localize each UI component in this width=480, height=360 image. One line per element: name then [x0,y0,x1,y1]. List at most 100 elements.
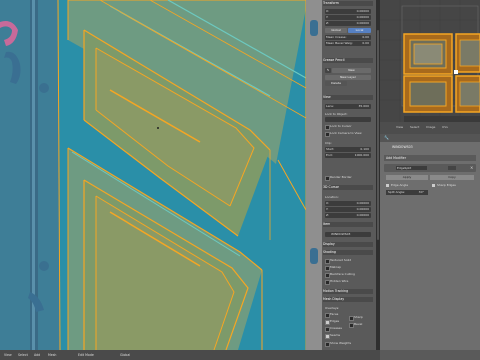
menu-view[interactable]: View [4,353,12,357]
transform-z-field[interactable]: Z: 0.00000 [325,21,371,26]
delete-button[interactable]: Delete [325,81,347,86]
field-value: 0.00 [362,35,369,39]
3d-viewport[interactable] [0,0,322,350]
field-label: X: [326,201,330,205]
clip-start-field[interactable]: Start: 0.100 [325,147,371,152]
field-value: 0.00000 [356,15,369,19]
transform-y-field[interactable]: Y: 0.00000 [325,15,371,20]
field-value: 0.00000 [356,9,369,13]
local-button[interactable]: Local [348,28,371,33]
modifier-toggle[interactable] [448,166,456,170]
uv-editor[interactable] [380,0,480,122]
lock-to-object-label: Lock to Object: [325,112,348,116]
menu-view[interactable]: View [396,125,403,129]
field-label: Mean Crease: [326,35,347,39]
add-modifier-button[interactable]: Add Modifier [384,155,476,161]
apply-button[interactable]: Apply [386,175,428,180]
field-value: 30° [418,190,424,194]
cursor-x-field[interactable]: X: 0.00000 [325,201,371,206]
properties-editor: View Select Image UVs 🔧 WINDOWS03 Add Mo… [380,122,480,360]
field-label: Mean Bevel Weig: [326,41,353,45]
field-label: Y: [326,207,329,211]
field-label: Lens: [326,104,334,108]
item-name-field[interactable]: WINDOWS03 [325,232,371,237]
split-angle-field[interactable]: Split Angle: 30° [386,190,428,195]
lock-cursor-label: Lock to Cursor [330,124,352,128]
transform-x-field[interactable]: X: 0.00000 [325,9,371,14]
mesh-display-header[interactable]: Mesh Display [323,297,373,302]
modifier-header: EdgeSplit × [384,164,476,172]
overlays-label: Overlays: [325,306,340,310]
item-header[interactable]: Item [323,222,373,227]
hidden-wire-label: Hidden Wire [330,279,349,283]
field-label: Z: [326,21,330,25]
grease-pencil-header[interactable]: Grease Pencil [323,58,373,63]
global-button[interactable]: Global [325,28,347,33]
cursor-y-field[interactable]: Y: 0.00000 [325,207,371,212]
properties-shelf: Transform X: 0.00000 Y: 0.00000 Z: 0.00000 … [322,0,376,350]
menu-uvs[interactable]: UVs [442,125,448,129]
field-value: 1000.000 [354,153,369,157]
panel-scrollbar-thumb[interactable] [377,30,379,240]
location-label: Location: [325,195,339,199]
seams-label: Seams [330,333,341,337]
new-pencil-button[interactable]: New [332,68,371,73]
matcap-label: Matcap [330,265,341,269]
creases-label: Creases [330,326,342,330]
field-value: 0.00000 [356,201,369,205]
field-value: 0.00000 [356,213,369,217]
sharp-label: Sharp [354,315,363,319]
edge-angle-checkbox[interactable] [386,184,389,187]
viewport-mesh [0,0,322,350]
uv-islands [380,0,480,122]
properties-tabbar: 🔧 [380,134,480,142]
pencil-icon: ✎ [325,68,331,73]
field-label: Y: [326,15,329,19]
new-layer-button[interactable]: New Layer [325,75,371,80]
view-header[interactable]: View [323,95,373,100]
sharp-edges-checkbox[interactable] [432,184,435,187]
copy-button[interactable]: Copy [430,175,474,180]
field-label: Split Angle: [388,190,406,194]
lock-object-field[interactable] [325,117,371,122]
properties-footer [380,350,480,360]
edges-label: Edges [330,319,340,323]
menu-mesh[interactable]: Mesh [48,353,56,357]
mode-dropdown[interactable]: Edit Mode [78,353,94,357]
sharp-edges-label: Sharp Edges [437,183,456,187]
menu-add[interactable]: Add [34,353,40,357]
field-label: X: [326,9,330,13]
field-value: 0.00 [362,41,369,45]
field-value: 35.000 [358,104,370,108]
menu-select[interactable]: Select [18,353,28,357]
transform-header[interactable]: Transform [323,1,373,6]
object-name: WINDOWS03 [392,145,413,149]
textured-solid-label: Textured Solid [330,258,352,262]
cursor-header[interactable]: 3D Cursor [323,185,373,190]
field-value: 0.00000 [356,207,369,211]
close-icon[interactable]: × [470,165,473,170]
render-border-label: Render Border [330,175,352,179]
wrench-icon[interactable]: 🔧 [384,135,389,140]
mean-crease-field[interactable]: Mean Crease: 0.00 [325,35,371,40]
mean-bevel-field[interactable]: Mean Bevel Weig: 0.00 [325,41,371,46]
show-weights-label: Show Weights [330,341,352,345]
backface-culling-label: Backface Culling [330,272,355,276]
field-label: Start: [326,147,335,151]
motion-tracking-header[interactable]: Motion Tracking [323,289,373,294]
pivot-dropdown[interactable]: Global [120,353,130,357]
field-label: End: [326,153,333,157]
field-value: 0.100 [360,147,369,151]
lens-field[interactable]: Lens: 35.000 [325,104,371,109]
field-label: Z: [326,213,330,217]
field-value: 0.00000 [356,21,369,25]
clip-label: Clip: [325,141,332,145]
menu-select[interactable]: Select [410,125,419,129]
display-header[interactable]: Display [323,242,373,247]
menu-image[interactable]: Image [426,125,435,129]
cursor-z-field[interactable]: Z: 0.00000 [325,213,371,218]
modifier-name-field[interactable]: EdgeSplit [396,166,427,170]
edge-angle-label: Edge Angle [391,183,409,187]
shading-header[interactable]: Shading [323,250,373,255]
clip-end-field[interactable]: End: 1000.000 [325,153,371,158]
